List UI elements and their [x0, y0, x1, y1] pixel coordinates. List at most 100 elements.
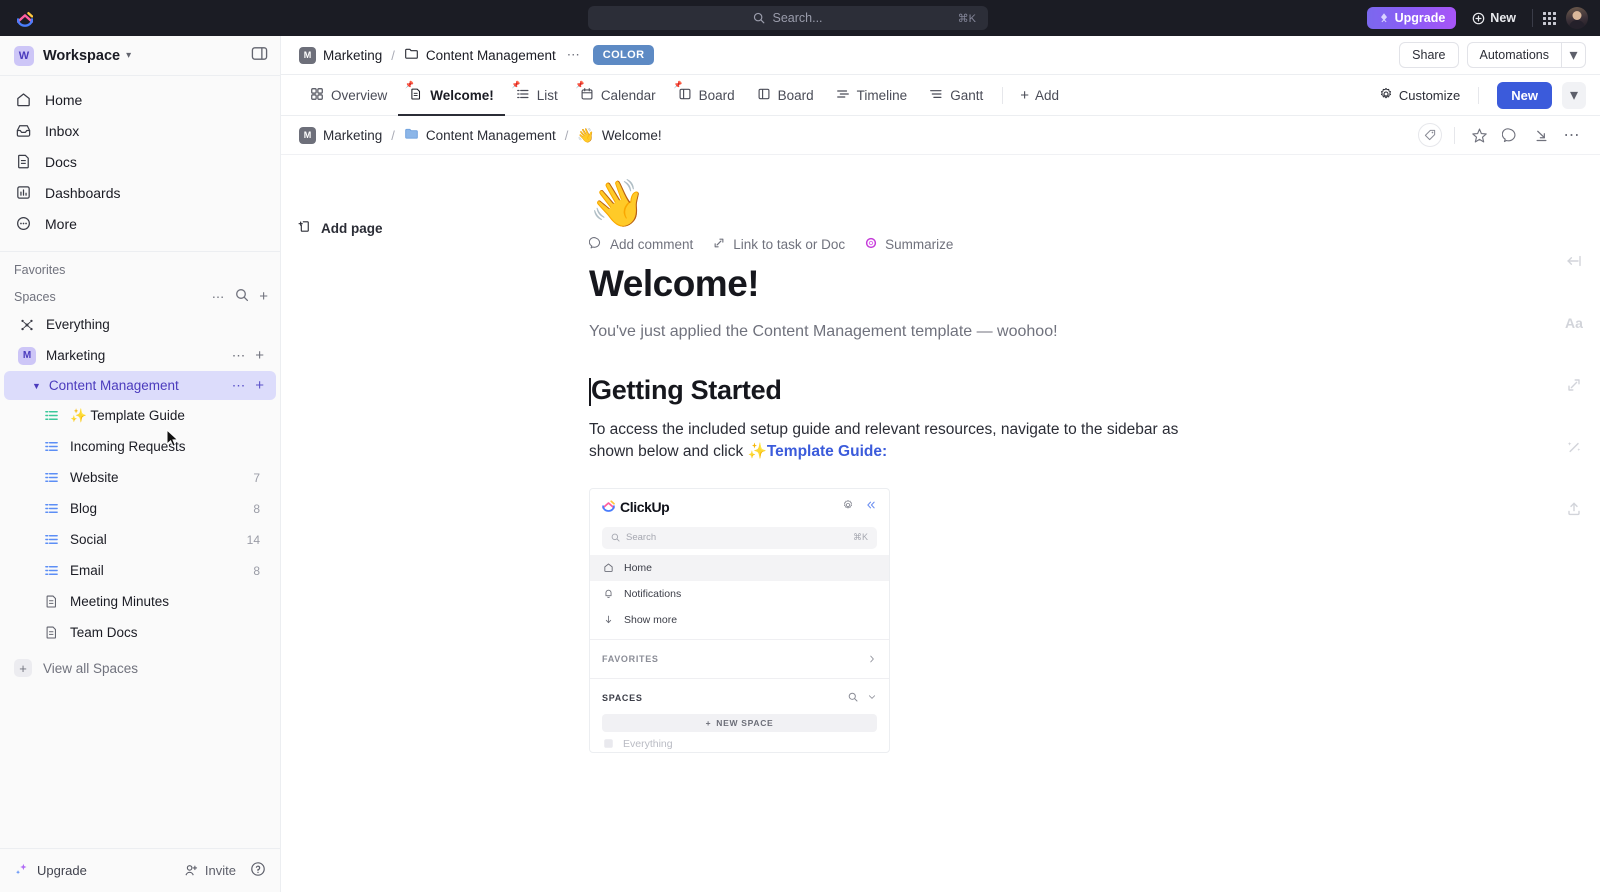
share-button[interactable]: Share: [1399, 42, 1458, 68]
export-icon[interactable]: [1562, 497, 1586, 521]
embed-header: ClickUp: [590, 489, 889, 525]
chevron-down-icon[interactable]: ▼: [32, 381, 41, 391]
apps-grid-icon[interactable]: [1543, 12, 1556, 25]
main-content: M Marketing / Content Management ⋯ COLOR…: [281, 36, 1600, 892]
chevron-down-icon[interactable]: ▾: [126, 50, 131, 61]
breadcrumb-more-icon[interactable]: ⋯: [567, 47, 581, 63]
sidebar-toggle-icon[interactable]: [251, 45, 268, 67]
tag-icon[interactable]: [1418, 123, 1442, 147]
link-to-task-button[interactable]: Link to task or Doc: [712, 236, 845, 253]
view-all-spaces-button[interactable]: + View all Spaces: [0, 652, 280, 684]
add-page-button[interactable]: Add page: [281, 219, 586, 237]
sidebar-item-marketing[interactable]: M Marketing ⋯ +: [4, 340, 276, 371]
embed-row-label: Home: [624, 562, 652, 574]
breadcrumb-folder-label: Content Management: [426, 48, 556, 63]
document-emoji[interactable]: 👋: [589, 177, 1214, 230]
more-icon[interactable]: ⋯: [1560, 123, 1584, 147]
embed-section-favorites: FAVORITES: [590, 646, 889, 672]
tab-board-2[interactable]: Board: [746, 75, 825, 116]
doc-breadcrumb-page[interactable]: 👋 Welcome!: [577, 127, 661, 144]
invite-button[interactable]: Invite: [184, 863, 236, 878]
add-view-button[interactable]: + Add: [1011, 88, 1068, 103]
summarize-label: Summarize: [885, 237, 953, 252]
collapse-panel-icon[interactable]: [1562, 249, 1586, 273]
section-heading-getting-started[interactable]: Getting Started: [589, 375, 1214, 406]
template-guide-link[interactable]: Template Guide:: [767, 443, 887, 460]
folder-add-icon[interactable]: +: [255, 378, 264, 393]
new-task-dropdown-icon[interactable]: ▾: [1562, 82, 1586, 109]
breadcrumb-folder[interactable]: Content Management: [404, 46, 556, 64]
automations-button[interactable]: Automations: [1467, 42, 1562, 68]
breadcrumb-space[interactable]: M Marketing: [299, 47, 382, 64]
upgrade-button[interactable]: Upgrade: [1367, 7, 1457, 29]
clickup-logo-icon[interactable]: [14, 7, 36, 29]
sidebar-list-website[interactable]: Website 7: [4, 462, 276, 493]
summarize-button[interactable]: Summarize: [864, 236, 953, 253]
tab-label: Timeline: [857, 88, 908, 103]
customize-button[interactable]: Customize: [1379, 87, 1460, 104]
arrow-down-icon: [602, 614, 614, 625]
sidebar-item-more[interactable]: More: [0, 208, 280, 239]
sidebar-item-dashboards[interactable]: Dashboards: [0, 177, 280, 208]
spaces-more-icon[interactable]: ⋯: [212, 289, 226, 304]
doc-breadcrumb-space[interactable]: M Marketing: [299, 127, 382, 144]
collapse-icon[interactable]: [1529, 123, 1553, 147]
comment-icon[interactable]: [1498, 123, 1522, 147]
tab-board-1[interactable]: 📌 Board: [667, 75, 746, 116]
chevron-down-icon[interactable]: ▾: [1562, 42, 1586, 68]
embed-brand: ClickUp: [602, 498, 669, 515]
link-icon[interactable]: [1562, 373, 1586, 397]
marketing-add-icon[interactable]: +: [255, 348, 264, 363]
star-icon[interactable]: [1467, 123, 1491, 147]
new-button[interactable]: New: [1466, 8, 1522, 28]
chevron-down-icon: [867, 692, 877, 704]
font-size-icon[interactable]: Aa: [1562, 311, 1586, 335]
sidebar-doc-team-docs[interactable]: Team Docs: [4, 617, 276, 648]
ai-magic-icon[interactable]: [1562, 435, 1586, 459]
sidebar-list-social[interactable]: Social 14: [4, 524, 276, 555]
sidebar-list-template-guide[interactable]: ✨ Template Guide: [4, 400, 276, 431]
help-circle-icon[interactable]: [250, 861, 266, 880]
tab-gantt[interactable]: Gantt: [918, 75, 994, 116]
sidebar-list-label: Incoming Requests: [70, 439, 186, 454]
workspace-header[interactable]: W Workspace ▾: [0, 36, 280, 76]
global-search-input[interactable]: Search... ⌘K: [588, 6, 988, 30]
document-paragraph[interactable]: To access the included setup guide and r…: [589, 419, 1214, 464]
folder-more-icon[interactable]: ⋯: [232, 378, 247, 394]
spaces-search-icon[interactable]: [235, 288, 249, 305]
tab-calendar[interactable]: 📌 Calendar: [569, 75, 667, 116]
marketing-more-icon[interactable]: ⋯: [232, 348, 247, 364]
add-comment-button[interactable]: Add comment: [589, 236, 693, 253]
sidebar-item-everything[interactable]: Everything: [4, 309, 276, 340]
tab-timeline[interactable]: Timeline: [825, 75, 919, 116]
text-caret: [589, 378, 591, 406]
embed-row-everything-cutoff: Everything: [590, 736, 889, 752]
sidebar-item-home[interactable]: Home: [0, 84, 280, 115]
tab-list[interactable]: 📌 List: [505, 75, 569, 116]
sidebar-upgrade-label[interactable]: Upgrade: [37, 863, 87, 878]
document-title[interactable]: Welcome!: [589, 263, 1214, 305]
document-subtitle[interactable]: You've just applied the Content Manageme…: [589, 323, 1214, 341]
embed-favorites-label: FAVORITES: [602, 654, 659, 664]
sidebar-list-incoming-requests[interactable]: Incoming Requests: [4, 431, 276, 462]
new-task-button[interactable]: New: [1497, 82, 1552, 109]
marketing-space-avatar: M: [18, 347, 36, 365]
doc-breadcrumb-separator-2: /: [565, 128, 569, 143]
sidebar-list-blog[interactable]: Blog 8: [4, 493, 276, 524]
tab-overview[interactable]: Overview: [299, 75, 398, 116]
tab-label: Welcome!: [430, 88, 494, 103]
embedded-sidebar-screenshot[interactable]: ClickUp: [589, 488, 890, 753]
spaces-add-icon[interactable]: +: [259, 289, 268, 304]
sidebar-footer: Upgrade Invite: [0, 848, 280, 892]
sidebar-doc-meeting-minutes[interactable]: Meeting Minutes: [4, 586, 276, 617]
sidebar-folder-content-management[interactable]: ▼ Content Management ⋯ +: [4, 371, 276, 400]
doc-breadcrumb-folder[interactable]: Content Management: [404, 126, 556, 144]
rocket-icon: [1378, 12, 1390, 24]
sidebar-item-docs[interactable]: Docs: [0, 146, 280, 177]
sidebar-item-inbox[interactable]: Inbox: [0, 115, 280, 146]
color-badge[interactable]: COLOR: [593, 45, 655, 65]
doc-breadcrumb-folder-label: Content Management: [426, 128, 556, 143]
user-avatar[interactable]: [1566, 7, 1588, 29]
tab-welcome[interactable]: 📌 Welcome!: [398, 75, 505, 116]
sidebar-list-email[interactable]: Email 8: [4, 555, 276, 586]
